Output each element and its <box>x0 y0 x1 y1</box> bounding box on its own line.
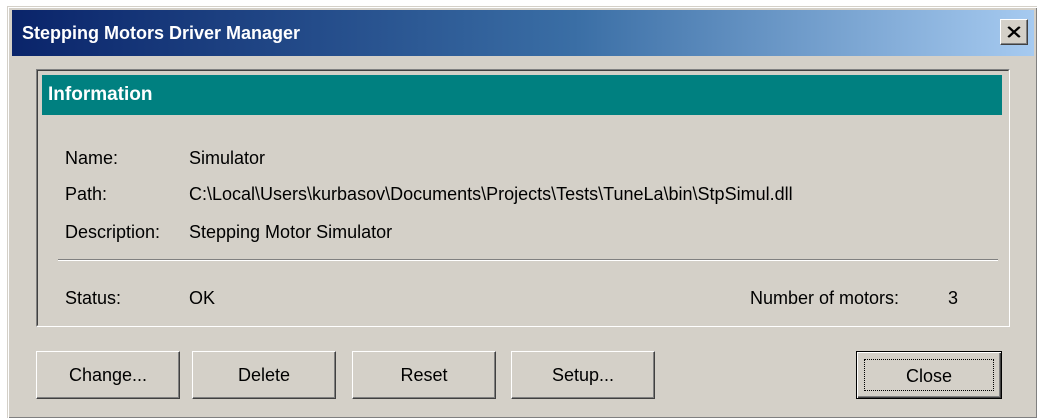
name-value: Simulator <box>189 148 266 168</box>
title-bar[interactable]: Stepping Motors Driver Manager <box>12 10 1034 56</box>
motors-count-label: Number of motors: <box>750 288 900 308</box>
delete-button[interactable]: Delete <box>192 351 336 399</box>
path-label: Path: <box>65 184 108 204</box>
description-label: Description: <box>65 222 161 242</box>
path-value: C:\Local\Users\kurbasov\Documents\Projec… <box>189 184 793 204</box>
window-title: Stepping Motors Driver Manager <box>22 23 301 43</box>
information-header-label: Information <box>48 84 153 105</box>
dialog-window: Stepping Motors Driver Manager Informati… <box>7 6 1037 418</box>
information-header: Information <box>42 75 1002 115</box>
close-button[interactable]: Close <box>856 351 1002 399</box>
title-close-button[interactable] <box>1000 19 1028 45</box>
status-value: OK <box>189 288 216 308</box>
info-divider <box>58 259 998 261</box>
setup-button[interactable]: Setup... <box>511 351 655 399</box>
close-button-label: Close <box>864 359 994 391</box>
status-label: Status: <box>65 288 122 308</box>
close-icon <box>1007 26 1021 38</box>
motors-count-value: 3 <box>948 288 959 308</box>
reset-button[interactable]: Reset <box>352 351 496 399</box>
change-button[interactable]: Change... <box>36 351 180 399</box>
name-label: Name: <box>65 148 119 168</box>
description-value: Stepping Motor Simulator <box>189 222 393 242</box>
information-panel: Information Name: Simulator Path: C:\Loc… <box>36 69 1010 327</box>
